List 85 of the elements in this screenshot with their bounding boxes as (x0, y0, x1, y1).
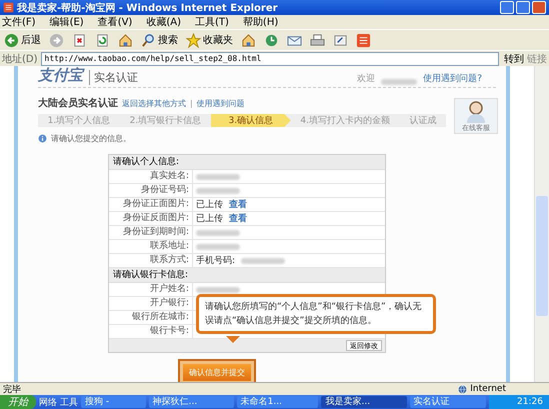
field-value: 已上传 (196, 198, 223, 211)
step: 3.确认信息 (210, 114, 291, 127)
go-button[interactable]: 转到 (502, 52, 524, 66)
taskbar-toolbar[interactable]: 网络 (39, 396, 57, 408)
maximize-button[interactable] (516, 1, 530, 14)
document-icon (333, 32, 348, 48)
welcome-text: 欢迎 (357, 72, 376, 85)
window-title: 我是卖家-帮助-淘宝网 - Windows Internet Explorer (17, 1, 279, 14)
app-icon (3, 2, 14, 13)
taskbar-item[interactable]: 实名认证 (410, 396, 486, 408)
field-label: 开户姓名: (109, 283, 193, 296)
section-header: 请确认个人信息: (109, 155, 385, 170)
toolbar-button[interactable]: 后退 (2, 32, 43, 48)
house-icon (118, 32, 133, 48)
clock: 21:26 (517, 397, 543, 407)
redacted-text (196, 188, 240, 194)
notice-text: 请确认您提交的信息。 (51, 133, 131, 144)
toolbar-button[interactable] (308, 32, 327, 48)
redacted-text (196, 174, 240, 180)
field-label: 身份证到期时间: (109, 226, 193, 239)
redacted-text (196, 230, 240, 236)
field-label: 真实姓名: (109, 170, 193, 183)
menu-item[interactable]: 收藏(A) (146, 15, 181, 29)
view-link[interactable]: 查看 (229, 198, 247, 211)
zone-text: Internet (470, 384, 507, 394)
step: 4.填写打入卡内的金额 (290, 114, 400, 127)
field-label: 身份证号码: (109, 184, 193, 197)
page-heading: 大陆会员实名认证 (38, 96, 118, 110)
toolbar-button[interactable]: 收藏夹 (184, 32, 235, 48)
info-icon (38, 134, 47, 143)
toolbar-button[interactable] (354, 32, 373, 48)
globe-icon (458, 384, 468, 394)
field-label: 银行所在城市: (109, 311, 193, 324)
step: 1.填写个人信息 (38, 114, 120, 127)
field-label: 联系地址: (109, 240, 193, 253)
minimize-button[interactable] (500, 1, 514, 14)
menu-item[interactable]: 文件(F) (2, 15, 36, 29)
stop-icon (72, 32, 87, 48)
links-label: 链接 (527, 52, 547, 66)
section-title: 实名认证 (89, 70, 352, 85)
field-label: 身份证正面图片: (109, 198, 193, 211)
taskbar-item[interactable]: 我是卖家... (321, 396, 407, 408)
view-link[interactable]: 查看 (229, 212, 247, 225)
help-link[interactable]: 使用遇到问题? (423, 72, 496, 85)
menu-item[interactable]: 工具(T) (195, 15, 229, 29)
address-label: 地址(D) (2, 52, 38, 66)
step: 2.填写银行卡信息 (120, 114, 211, 127)
field-label: 银行卡号: (109, 325, 193, 338)
redacted-text (241, 258, 286, 264)
taskbar-item[interactable]: 未命名1... (236, 396, 318, 408)
link[interactable]: 使用遇到问题 (196, 98, 245, 108)
printer-icon (310, 32, 325, 48)
taskbar-item[interactable]: 神探狄仁... (148, 396, 234, 408)
callout: 请确认您所填写的“个人信息”和“银行卡信息”，确认无误请点“确认信息并提交”提交所填的信息。 (196, 294, 436, 334)
toolbar-button[interactable]: 搜索 (139, 32, 180, 48)
start-button[interactable]: 开始 (0, 395, 36, 409)
app-icon (356, 32, 371, 48)
step: 认证成 (400, 114, 446, 127)
redacted-text (381, 79, 418, 85)
house-icon (241, 32, 256, 48)
redacted-text (196, 244, 240, 250)
scrollbar[interactable] (534, 66, 549, 382)
refresh-icon (95, 32, 110, 48)
separator: | (190, 98, 193, 108)
taskbar-toolbar[interactable]: 工具 (60, 396, 78, 408)
search-icon (141, 32, 156, 48)
field-label: 身份证反面图片: (109, 212, 193, 225)
callout-pointer (226, 336, 240, 343)
menu-item[interactable]: 查看(V) (98, 15, 132, 29)
link[interactable]: 返回选择其他方式 (122, 98, 186, 108)
menu-item[interactable]: 编辑(E) (50, 15, 84, 29)
menu-item[interactable]: 帮助(H) (242, 15, 278, 29)
status-text: 完毕 (3, 384, 22, 396)
field-value: 已上传 (196, 212, 223, 225)
field-label: 开户银行: (109, 297, 193, 310)
field-label: 联系方式: (109, 254, 193, 267)
close-button[interactable] (532, 1, 546, 14)
section-header: 请确认银行卡信息: (109, 268, 385, 283)
address-field[interactable]: http://www.taobao.com/help/sell_step2_08.html (40, 52, 499, 66)
clock-icon (264, 32, 279, 48)
taskbar-item[interactable]: 搜狗 - (81, 396, 146, 408)
logo: 支付宝 (38, 66, 83, 85)
redacted-text (196, 286, 240, 292)
field-value: 手机号码: (196, 254, 236, 267)
star-icon (186, 32, 201, 48)
